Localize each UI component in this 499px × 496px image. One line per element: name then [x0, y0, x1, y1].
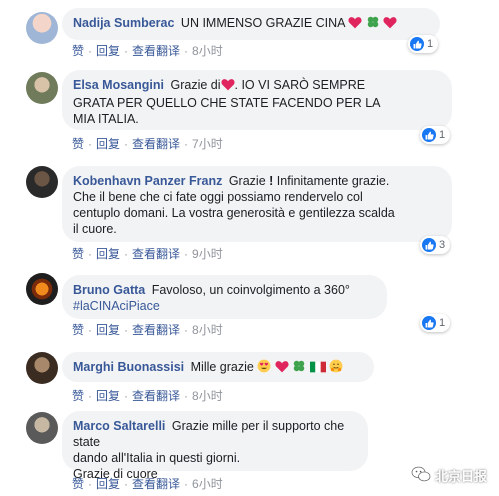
- avatar[interactable]: [26, 273, 58, 305]
- italy-flag-icon: [309, 361, 326, 377]
- see-translation-link[interactable]: 查看翻译: [132, 137, 180, 151]
- reply-button[interactable]: 回复: [96, 389, 120, 403]
- like-icon: [422, 238, 436, 252]
- avatar[interactable]: [26, 12, 58, 44]
- comment-text: il cuore.: [73, 222, 117, 236]
- reply-button[interactable]: 回复: [96, 137, 120, 151]
- comment-author[interactable]: Bruno Gatta: [73, 283, 145, 297]
- timestamp[interactable]: 7小时: [192, 137, 223, 151]
- reply-button[interactable]: 回复: [96, 477, 120, 491]
- reply-button[interactable]: 回复: [96, 323, 120, 337]
- timestamp[interactable]: 8小时: [192, 389, 223, 403]
- comment-text: Mille grazie: [190, 360, 254, 374]
- timestamp[interactable]: 9小时: [192, 247, 223, 261]
- comment-author[interactable]: Kobenhavn Panzer Franz: [73, 174, 222, 188]
- comment-text: UN IMMENSO GRAZIE CINA: [180, 16, 345, 30]
- comment-text: . IO VI SARÒ SEMPRE: [234, 78, 366, 92]
- comment-text: Che il bene che ci fate oggi possiamo re…: [73, 190, 363, 204]
- timestamp[interactable]: 8小时: [192, 44, 223, 58]
- comment-actions: 赞 · 回复 · 查看翻译 · 9小时: [72, 247, 223, 261]
- like-button[interactable]: 赞: [72, 323, 84, 337]
- comment-author[interactable]: Marco Saltarelli: [73, 419, 165, 433]
- reply-button[interactable]: 回复: [96, 44, 120, 58]
- comment-bubble: Marco Saltarelli Grazie mille per il sup…: [62, 411, 368, 481]
- avatar[interactable]: [26, 412, 58, 444]
- reaction-count[interactable]: 1: [420, 314, 451, 332]
- like-button[interactable]: 赞: [72, 389, 84, 403]
- comment-text: centuplo domani. La vostra generosità e …: [73, 206, 395, 220]
- exclamation-icon: !: [269, 174, 274, 188]
- avatar[interactable]: [26, 72, 58, 104]
- comment-text: Favoloso, un coinvolgimento a 360°: [151, 283, 350, 297]
- comment-actions: 赞 · 回复 · 查看翻译 · 6小时: [72, 477, 223, 491]
- reaction-count[interactable]: 1: [408, 35, 439, 53]
- comment-actions: 赞 · 回复 · 查看翻译 · 8小时: [72, 389, 223, 403]
- clover-icon: [366, 15, 380, 33]
- comment-author[interactable]: Elsa Mosangini: [73, 78, 164, 92]
- heart-icon: [348, 16, 362, 33]
- timestamp[interactable]: 6小时: [192, 477, 223, 491]
- clover-icon: [292, 359, 306, 377]
- like-button[interactable]: 赞: [72, 137, 84, 151]
- reaction-count[interactable]: 1: [420, 126, 451, 144]
- reply-button[interactable]: 回复: [96, 247, 120, 261]
- comment-text: Grazie: [228, 174, 266, 188]
- see-translation-link[interactable]: 查看翻译: [132, 477, 180, 491]
- comment-text: Grazie di: [170, 78, 221, 92]
- comment-bubble: Elsa Mosangini Grazie di . IO VI SARÒ SEM…: [62, 70, 452, 130]
- see-translation-link[interactable]: 查看翻译: [132, 323, 180, 337]
- comment-actions: 赞 · 回复 · 查看翻译 · 8小时: [72, 323, 223, 337]
- comment-bubble: Marghi Buonassisi Mille grazie: [62, 352, 374, 382]
- watermark: 北京日报: [411, 465, 487, 486]
- wechat-logo-icon: [411, 465, 431, 486]
- comment-actions: 赞 · 回复 · 查看翻译 · 7小时: [72, 137, 223, 151]
- timestamp[interactable]: 8小时: [192, 323, 223, 337]
- heart-eyes-icon: [257, 359, 271, 377]
- comment-text: Infinitamente grazie.: [276, 174, 390, 188]
- heart-icon: [383, 16, 397, 33]
- comment-text: GRATA PER QUELLO CHE STATE FACENDO PER L…: [73, 96, 381, 110]
- comment-text: MIA ITALIA.: [73, 112, 139, 126]
- comment-text: dando all'Italia in questi giorni.: [73, 451, 241, 465]
- like-icon: [410, 37, 424, 51]
- like-button[interactable]: 赞: [72, 44, 84, 58]
- avatar[interactable]: [26, 166, 58, 198]
- like-icon: [422, 128, 436, 142]
- comment-bubble: Nadija Sumberac UN IMMENSO GRAZIE CINA: [62, 8, 440, 40]
- comment-author[interactable]: Nadija Sumberac: [73, 16, 174, 30]
- comment-bubble: Kobenhavn Panzer Franz Grazie ! Infinita…: [62, 166, 452, 242]
- comment-bubble: Bruno Gatta Favoloso, un coinvolgimento …: [62, 275, 387, 319]
- hugging-icon: [329, 359, 343, 377]
- see-translation-link[interactable]: 查看翻译: [132, 389, 180, 403]
- comment-actions: 赞 · 回复 · 查看翻译 · 8小时: [72, 44, 223, 58]
- watermark-text: 北京日报: [434, 469, 487, 484]
- comment-author[interactable]: Marghi Buonassisi: [73, 360, 184, 374]
- reaction-count[interactable]: 3: [420, 236, 451, 254]
- heart-icon: [220, 78, 235, 95]
- like-icon: [422, 316, 436, 330]
- heart-icon: [275, 360, 289, 377]
- like-button[interactable]: 赞: [72, 247, 84, 261]
- see-translation-link[interactable]: 查看翻译: [132, 247, 180, 261]
- like-button[interactable]: 赞: [72, 477, 84, 491]
- hashtag-link[interactable]: #laCINAciPiace: [73, 299, 160, 313]
- avatar[interactable]: [26, 352, 58, 384]
- see-translation-link[interactable]: 查看翻译: [132, 44, 180, 58]
